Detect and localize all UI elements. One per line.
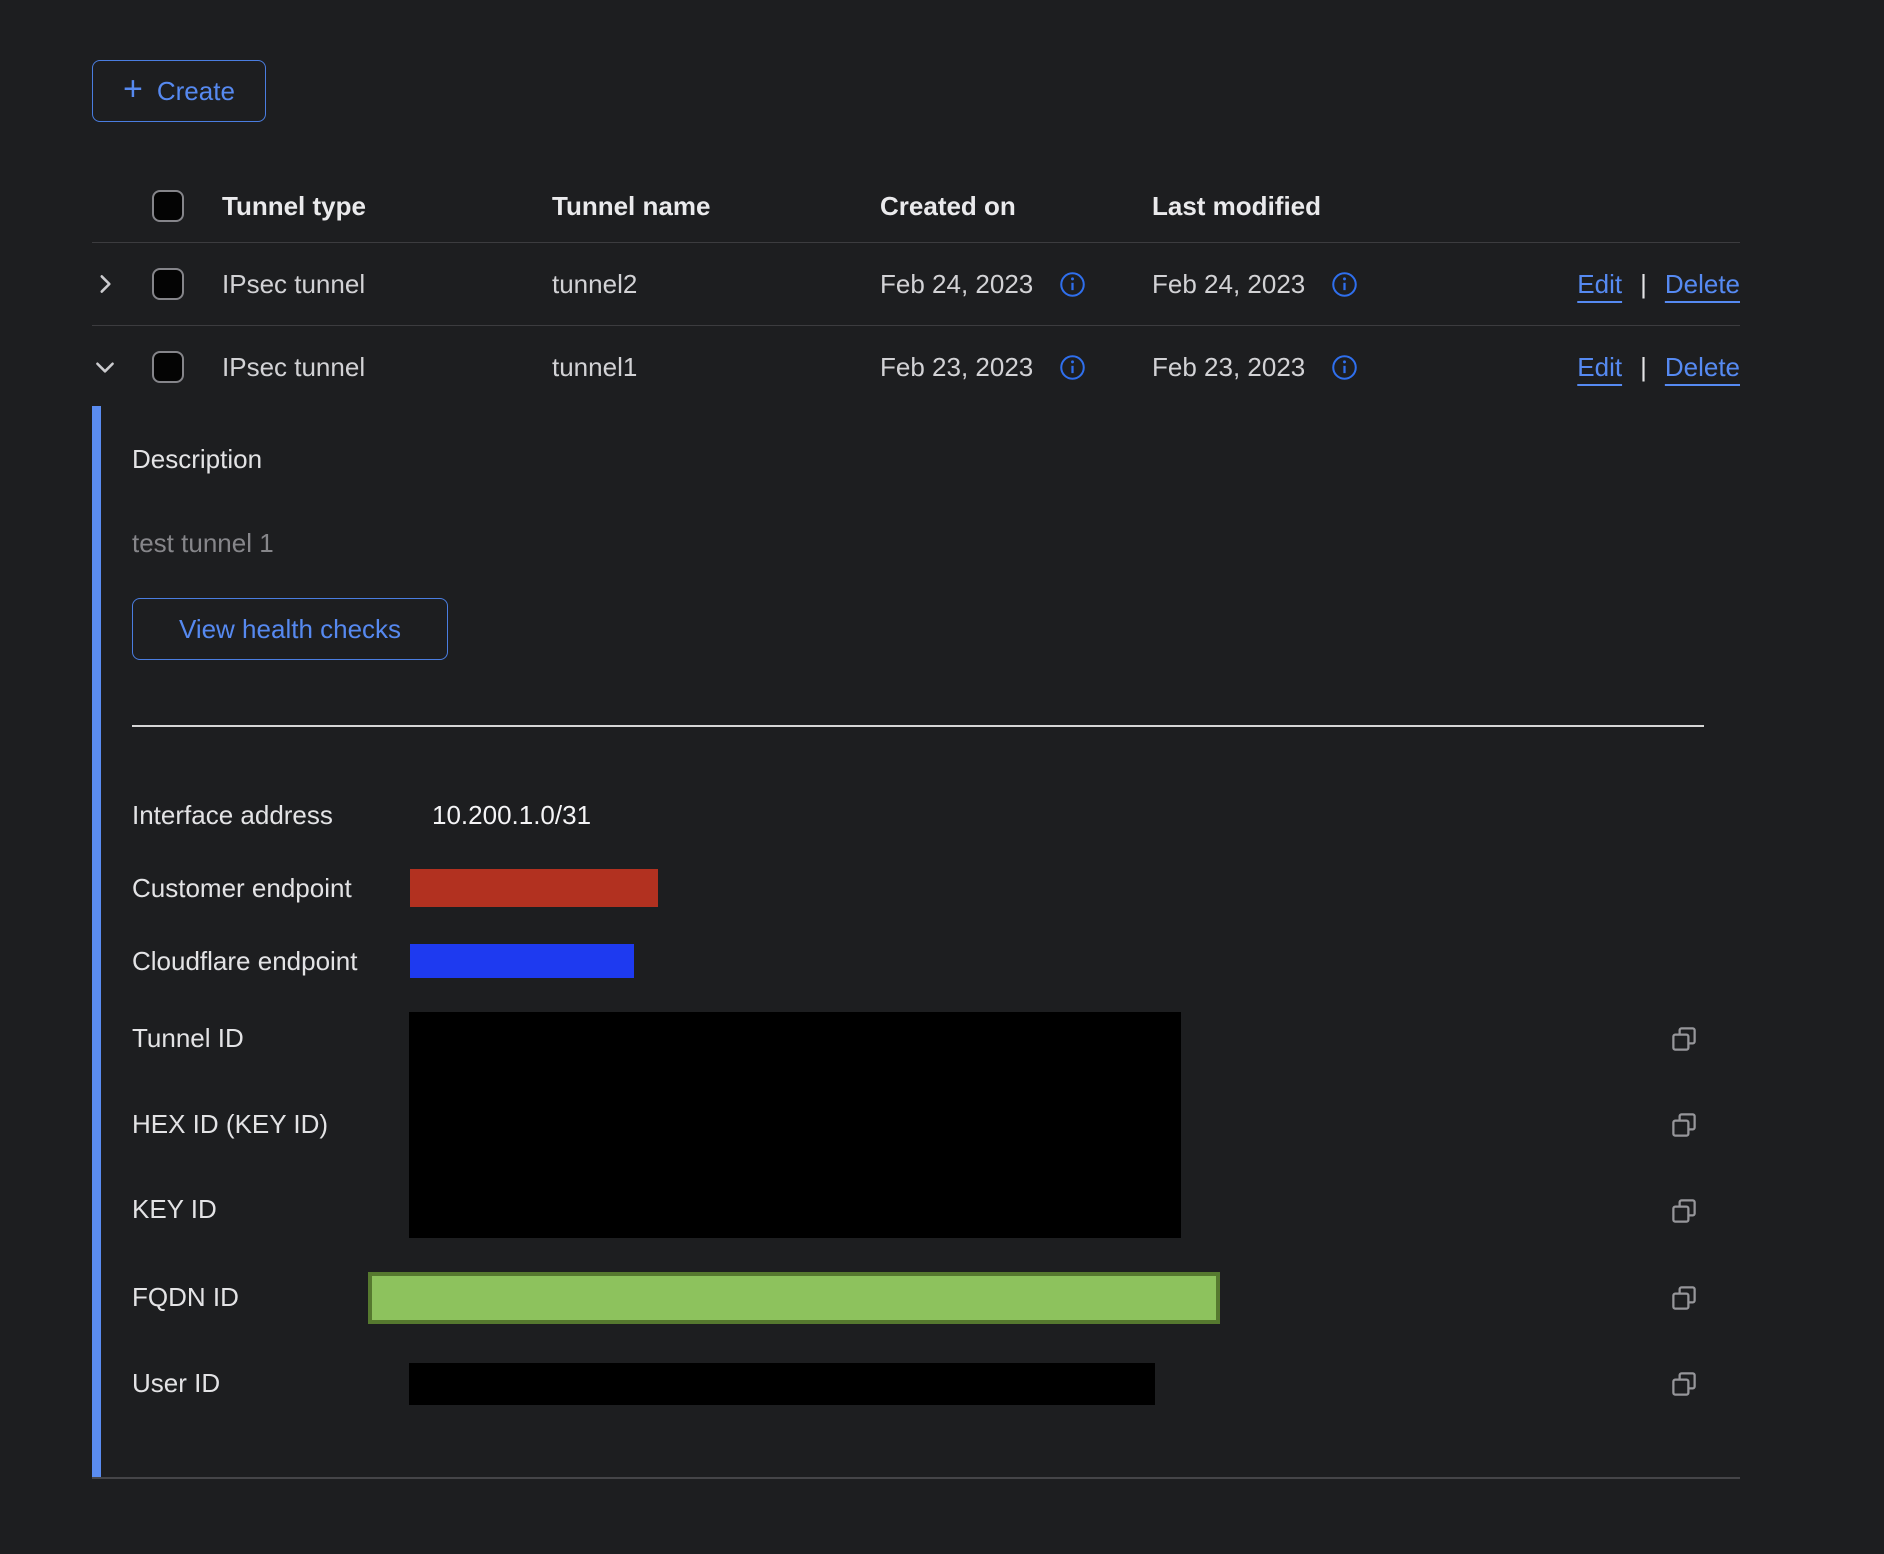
copy-icon (1669, 1024, 1699, 1054)
last-modified-value: Feb 23, 2023 (1152, 352, 1305, 383)
copy-icon (1669, 1369, 1699, 1399)
view-health-checks-button[interactable]: View health checks (132, 598, 448, 660)
cloudflare-endpoint-label: Cloudflare endpoint (132, 945, 358, 977)
delete-link[interactable]: Delete (1665, 269, 1740, 300)
copy-icon (1669, 1110, 1699, 1140)
table-header-row: Tunnel type Tunnel name Created on Last … (92, 170, 1740, 243)
tunnel-name-cell: tunnel1 (552, 326, 880, 408)
created-on-value: Feb 24, 2023 (880, 269, 1033, 300)
created-on-info-button[interactable] (1059, 271, 1086, 298)
user-id-label: User ID (132, 1367, 220, 1399)
select-all-checkbox[interactable] (152, 190, 184, 222)
collapse-row-button[interactable] (92, 354, 118, 380)
tunnel-type-cell: IPsec tunnel (222, 243, 552, 325)
created-on-value: Feb 23, 2023 (880, 352, 1033, 383)
create-button-label: Create (157, 76, 235, 107)
col-header-tunnel-name: Tunnel name (552, 170, 880, 242)
delete-link[interactable]: Delete (1665, 352, 1740, 383)
description-label: Description (132, 443, 262, 475)
copy-key-id-button[interactable] (1668, 1195, 1700, 1227)
view-health-checks-label: View health checks (179, 614, 401, 645)
copy-hex-id-button[interactable] (1668, 1109, 1700, 1141)
interface-address-value: 10.200.1.0/31 (432, 799, 591, 831)
copy-user-id-button[interactable] (1668, 1368, 1700, 1400)
copy-icon (1669, 1283, 1699, 1313)
row-checkbox[interactable] (152, 268, 184, 300)
customer-endpoint-redaction (410, 869, 658, 907)
section-divider (132, 725, 1704, 727)
info-icon (1331, 271, 1358, 298)
last-modified-info-button[interactable] (1331, 271, 1358, 298)
info-icon (1059, 271, 1086, 298)
key-id-label: KEY ID (132, 1193, 217, 1225)
tunnels-table: Tunnel type Tunnel name Created on Last … (92, 170, 1740, 408)
description-value: test tunnel 1 (132, 527, 274, 559)
create-button[interactable]: + Create (92, 60, 266, 122)
info-icon (1059, 354, 1086, 381)
last-modified-value: Feb 24, 2023 (1152, 269, 1305, 300)
info-icon (1331, 354, 1358, 381)
tunnel-type-cell: IPsec tunnel (222, 326, 552, 408)
ids-redaction-block (409, 1012, 1181, 1238)
hex-id-label: HEX ID (KEY ID) (132, 1108, 328, 1140)
col-header-last-modified: Last modified (1152, 170, 1520, 242)
action-separator: | (1640, 269, 1647, 300)
expanded-indicator-bar (92, 406, 101, 1477)
created-on-info-button[interactable] (1059, 354, 1086, 381)
edit-link[interactable]: Edit (1577, 352, 1622, 383)
tunnel-id-label: Tunnel ID (132, 1022, 244, 1054)
expand-row-button[interactable] (92, 271, 118, 297)
fqdn-id-redaction (368, 1272, 1220, 1324)
ipsec-tunnels-page: + Create Tunnel type Tunnel name Created… (0, 0, 1884, 1554)
tunnel-detail-panel: Description test tunnel 1 View health ch… (92, 406, 1740, 1479)
tunnel-name-cell: tunnel2 (552, 243, 880, 325)
user-id-redaction (409, 1363, 1155, 1405)
plus-icon: + (123, 72, 143, 106)
last-modified-info-button[interactable] (1331, 354, 1358, 381)
customer-endpoint-label: Customer endpoint (132, 872, 352, 904)
copy-fqdn-id-button[interactable] (1668, 1282, 1700, 1314)
row-checkbox[interactable] (152, 351, 184, 383)
chevron-right-icon (92, 271, 118, 297)
fqdn-id-label: FQDN ID (132, 1281, 239, 1313)
cloudflare-endpoint-redaction (410, 944, 634, 978)
table-row-tunnel1: IPsec tunnel tunnel1 Feb 23, 2023 Feb 23… (92, 326, 1740, 408)
col-header-created-on: Created on (880, 170, 1152, 242)
chevron-down-icon (92, 354, 118, 380)
header-actions-spacer (1520, 170, 1740, 242)
copy-icon (1669, 1196, 1699, 1226)
interface-address-label: Interface address (132, 799, 333, 831)
col-header-tunnel-type: Tunnel type (222, 170, 552, 242)
action-separator: | (1640, 352, 1647, 383)
copy-tunnel-id-button[interactable] (1668, 1023, 1700, 1055)
table-row-tunnel2: IPsec tunnel tunnel2 Feb 24, 2023 Feb 24… (92, 243, 1740, 326)
header-chevron-spacer (92, 170, 152, 242)
edit-link[interactable]: Edit (1577, 269, 1622, 300)
